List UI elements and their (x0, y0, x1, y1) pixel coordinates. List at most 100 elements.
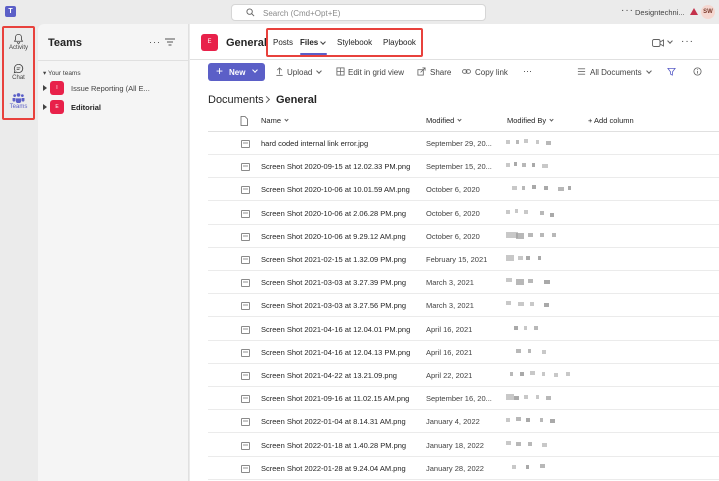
tab-posts[interactable]: Posts (273, 38, 293, 47)
table-row[interactable]: Screen Shot 2021-04-16 at 12.04.01 PM.pn… (208, 318, 719, 341)
filter-icon[interactable] (667, 67, 676, 76)
upload-button[interactable]: Upload (287, 68, 312, 77)
tab-files[interactable]: Files (300, 38, 318, 47)
channel-main: E General Posts Files Stylebook Playbook… (190, 24, 719, 481)
grid-view-icon[interactable] (336, 67, 345, 76)
teams-pane: Teams ··· ▾ Your teams I Issue Reporting… (38, 24, 189, 481)
user-avatar[interactable]: SW (701, 5, 715, 19)
table-row[interactable]: Screen Shot 2020-09-15 at 12.02.33 PM.pn… (208, 155, 719, 179)
table-row[interactable]: Screen Shot 2020-10-06 at 9.29.12 AM.png… (208, 225, 719, 248)
warning-icon (690, 8, 698, 15)
file-name[interactable]: Screen Shot 2020-10-06 at 2.06.28 PM.png (261, 209, 416, 218)
chevron-down-icon[interactable] (667, 38, 673, 44)
file-name[interactable]: hard coded internal link error.jpg (261, 139, 416, 148)
add-column-button[interactable]: + Add column (588, 116, 634, 128)
redacted-modified-by (506, 347, 576, 357)
file-modified-date: April 16, 2021 (426, 347, 473, 357)
file-name[interactable]: Screen Shot 2021-04-16 at 12.04.01 PM.pn… (261, 325, 416, 334)
active-tab-indicator (300, 53, 327, 55)
info-icon[interactable] (693, 67, 702, 76)
bell-icon (13, 33, 24, 44)
file-name[interactable]: Screen Shot 2020-10-06 at 9.29.12 AM.png (261, 232, 416, 241)
breadcrumb-root[interactable]: Documents (208, 94, 264, 106)
view-options-icon[interactable] (577, 67, 586, 76)
new-button[interactable]: + New (208, 63, 265, 81)
file-name[interactable]: Screen Shot 2020-09-15 at 12.02.33 PM.pn… (261, 162, 416, 171)
edit-grid-view-button[interactable]: Edit in grid view (348, 68, 404, 77)
table-row[interactable]: Screen Shot 2021-03-03 at 3.27.56 PM.png… (208, 294, 719, 318)
file-modified-date: March 3, 2021 (426, 301, 474, 311)
more-options-button[interactable]: ··· (621, 5, 634, 16)
rail-item-teams[interactable]: Teams (2, 89, 35, 117)
file-modified-date: April 22, 2021 (426, 371, 473, 380)
column-header-modified-by[interactable]: Modified By (507, 116, 546, 128)
toolbar-more-button[interactable]: ··· (523, 66, 532, 76)
expand-caret-icon[interactable] (43, 85, 47, 91)
tab-stylebook[interactable]: Stylebook (337, 38, 372, 47)
table-row[interactable]: Screen Shot 2022-01-04 at 8.14.31 AM.png… (208, 410, 719, 434)
table-row[interactable]: Screen Shot 2022-01-28 at 9.24.04 AM.png… (208, 457, 719, 480)
table-row[interactable]: Screen Shot 2020-10-06 at 10.01.59 AM.pn… (208, 178, 719, 202)
chevron-down-icon[interactable] (646, 68, 652, 74)
plus-icon: + (216, 64, 224, 78)
file-name[interactable]: Screen Shot 2021-04-16 at 12.04.13 PM.pn… (261, 348, 416, 357)
table-row[interactable]: Screen Shot 2021-03-03 at 3.27.39 PM.png… (208, 271, 719, 295)
chevron-down-icon[interactable] (316, 68, 322, 74)
search-placeholder: Search (Cmd+Opt+E) (263, 9, 341, 18)
table-row[interactable]: Screen Shot 2022-01-18 at 1.40.28 PM.png… (208, 434, 719, 457)
your-teams-section[interactable]: ▾ Your teams (43, 69, 81, 77)
team-item-editorial[interactable]: E Editorial (43, 99, 189, 115)
column-header-name[interactable]: Name (261, 116, 281, 128)
image-file-icon (241, 325, 250, 334)
table-row[interactable]: Screen Shot 2020-10-06 at 2.06.28 PM.png… (208, 202, 719, 225)
teams-more-button[interactable]: ··· (149, 37, 161, 47)
table-row[interactable]: Screen Shot 2021-04-16 at 12.04.13 PM.pn… (208, 341, 719, 364)
file-name[interactable]: Screen Shot 2022-01-28 at 9.24.04 AM.png (261, 464, 416, 473)
header-divider (190, 59, 719, 60)
copy-link-button[interactable]: Copy link (475, 68, 508, 77)
expand-caret-icon[interactable] (43, 104, 47, 110)
file-name[interactable]: Screen Shot 2020-10-06 at 10.01.59 AM.pn… (261, 185, 416, 194)
team-name: Issue Reporting (All E... (71, 84, 150, 93)
rail-item-activity[interactable]: Activity (2, 30, 35, 58)
channel-avatar: E (201, 34, 218, 51)
file-name[interactable]: Screen Shot 2021-03-03 at 3.27.56 PM.png (261, 301, 416, 310)
your-teams-label: Your teams (47, 70, 81, 77)
tab-playbook[interactable]: Playbook (383, 38, 416, 47)
file-name[interactable]: Screen Shot 2021-04-22 at 13.21.09.png (261, 371, 416, 380)
file-modified-date: October 6, 2020 (426, 185, 480, 195)
file-name[interactable]: Screen Shot 2021-09-16 at 11.02.15 AM.pn… (261, 394, 416, 403)
table-row[interactable]: Screen Shot 2021-02-15 at 1.32.09 PM.png… (208, 248, 719, 271)
file-type-icon[interactable] (240, 115, 248, 127)
teams-divider (38, 60, 189, 61)
org-name[interactable]: Designtechni... (635, 8, 685, 17)
chevron-down-icon[interactable] (549, 117, 554, 122)
chevron-down-icon (252, 67, 258, 73)
file-name[interactable]: Screen Shot 2022-01-04 at 8.14.31 AM.png (261, 417, 416, 426)
search-input[interactable]: Search (Cmd+Opt+E) (231, 4, 486, 21)
chevron-down-icon[interactable] (284, 117, 289, 122)
chevron-down-icon[interactable] (457, 117, 462, 122)
filter-icon[interactable] (165, 38, 175, 46)
share-button[interactable]: Share (430, 68, 451, 77)
file-modified-date: October 6, 2020 (426, 208, 480, 218)
file-name[interactable]: Screen Shot 2022-01-18 at 1.40.28 PM.png (261, 441, 416, 450)
table-row[interactable]: hard coded internal link error.jpg Septem… (208, 132, 719, 155)
link-icon[interactable] (462, 67, 471, 76)
table-row[interactable]: Screen Shot 2021-04-22 at 13.21.09.png Ap… (208, 364, 719, 387)
view-selector[interactable]: All Documents (590, 68, 642, 77)
image-file-icon (241, 441, 250, 450)
channel-more-button[interactable]: ··· (681, 36, 694, 47)
team-name: Editorial (71, 103, 102, 112)
upload-icon[interactable] (275, 67, 284, 76)
file-modified-date: February 15, 2021 (426, 255, 488, 264)
file-name[interactable]: Screen Shot 2021-02-15 at 1.32.09 PM.png (261, 255, 416, 264)
video-call-icon[interactable] (652, 39, 664, 47)
share-icon[interactable] (417, 67, 426, 76)
file-modified-date: January 4, 2022 (426, 417, 480, 427)
rail-item-chat[interactable]: Chat (2, 60, 35, 88)
table-row[interactable]: Screen Shot 2021-09-16 at 11.02.15 AM.pn… (208, 387, 719, 411)
team-item-issue-reporting[interactable]: I Issue Reporting (All E... (43, 80, 189, 96)
column-header-modified[interactable]: Modified (426, 116, 454, 128)
file-name[interactable]: Screen Shot 2021-03-03 at 3.27.39 PM.png (261, 278, 416, 287)
